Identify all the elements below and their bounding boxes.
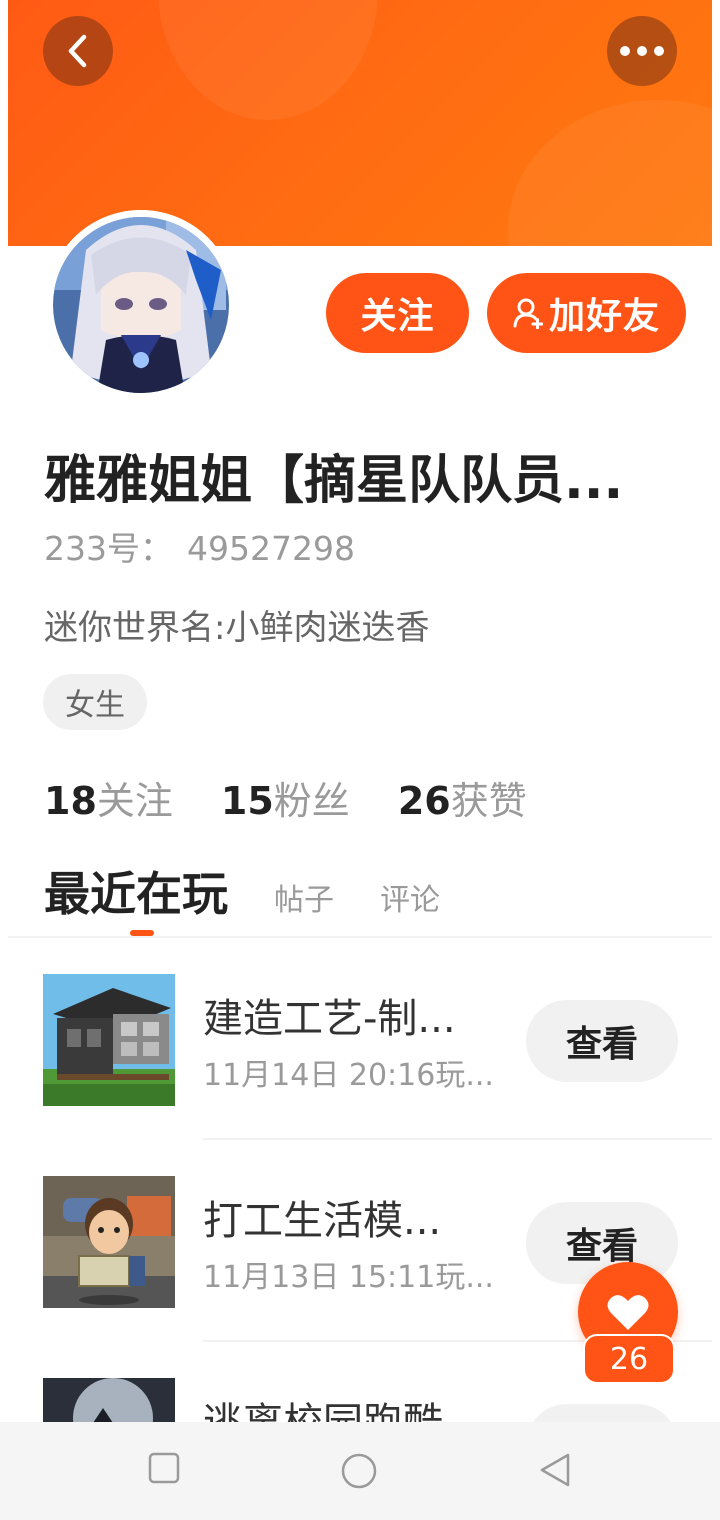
gender-tag: 女生 xyxy=(43,674,147,730)
game-thumbnail xyxy=(43,1176,175,1308)
profile-bio: 迷你世界名:小鲜肉迷迭香 xyxy=(44,608,430,648)
stat-label: 粉丝 xyxy=(273,779,350,823)
stat-count: 18 xyxy=(44,779,97,823)
profile-stats: 18 关注 15 粉丝 26 获赞 xyxy=(44,770,575,825)
recent-apps-button[interactable] xyxy=(148,1452,180,1488)
game-time: 11月14日 20:16玩... xyxy=(203,1058,494,1093)
follow-label: 关注 xyxy=(360,296,435,337)
tab-recent-played[interactable]: 最近在玩 xyxy=(44,858,228,924)
back-button[interactable] xyxy=(43,16,113,86)
uid-label: 233号： xyxy=(44,529,173,568)
tab-comments[interactable]: 评论 xyxy=(380,875,440,919)
profile-uid: 233号： 49527298 xyxy=(44,522,355,570)
avatar[interactable] xyxy=(46,210,236,400)
banner-decoration xyxy=(508,100,712,246)
system-navigation-bar xyxy=(0,1422,720,1520)
banner-decoration xyxy=(158,0,378,120)
stat-count: 15 xyxy=(220,779,274,823)
home-button[interactable] xyxy=(340,1452,378,1494)
like-count-badge: 26 xyxy=(583,1334,675,1384)
game-time: 11月13日 15:11玩... xyxy=(203,1260,494,1295)
avatar-image xyxy=(46,210,236,400)
follow-button[interactable]: 关注 xyxy=(326,273,469,353)
stat-count: 26 xyxy=(397,779,451,823)
more-button[interactable] xyxy=(607,16,677,86)
game-thumbnail xyxy=(43,974,175,1106)
system-back-button[interactable] xyxy=(538,1452,572,1492)
more-horizontal-icon xyxy=(620,46,664,56)
chevron-left-icon xyxy=(68,34,87,68)
square-icon xyxy=(148,1452,180,1484)
stat-following[interactable]: 18 关注 xyxy=(44,770,173,825)
game-thumbnail xyxy=(43,1378,175,1422)
stat-label: 获赞 xyxy=(450,779,527,823)
tab-posts[interactable]: 帖子 xyxy=(274,875,334,919)
add-friend-label: 加好友 xyxy=(548,296,660,337)
list-item[interactable]: 建造工艺-制... 11月14日 20:16玩... 查看 xyxy=(8,938,712,1140)
profile-name: 雅雅姐姐【摘星队队员... xyxy=(44,451,624,511)
add-user-icon xyxy=(513,297,543,329)
game-title: 逃离校园跑酷 xyxy=(203,1390,443,1422)
app-page: 关注 加好友 雅雅姐姐【摘星队队员... 233号： 49527298 迷你世界名… xyxy=(0,0,720,1520)
view-button[interactable]: 查看 xyxy=(526,1000,678,1082)
profile-tabs: 最近在玩 帖子 评论 xyxy=(44,858,486,924)
circle-icon xyxy=(341,1453,377,1489)
game-title: 建造工艺-制... xyxy=(203,996,456,1042)
uid-value: 49527298 xyxy=(187,529,355,568)
profile-screen: 关注 加好友 雅雅姐姐【摘星队队员... 233号： 49527298 迷你世界名… xyxy=(8,0,712,1422)
stat-label: 关注 xyxy=(96,779,173,823)
heart-icon xyxy=(607,1295,649,1330)
add-friend-button[interactable]: 加好友 xyxy=(487,273,686,353)
stat-followers[interactable]: 15 粉丝 xyxy=(221,770,350,825)
game-title: 打工生活模... xyxy=(203,1198,442,1244)
view-button[interactable]: 查看 xyxy=(526,1404,678,1422)
stat-likes[interactable]: 26 获赞 xyxy=(398,770,527,825)
triangle-back-icon xyxy=(540,1453,570,1487)
